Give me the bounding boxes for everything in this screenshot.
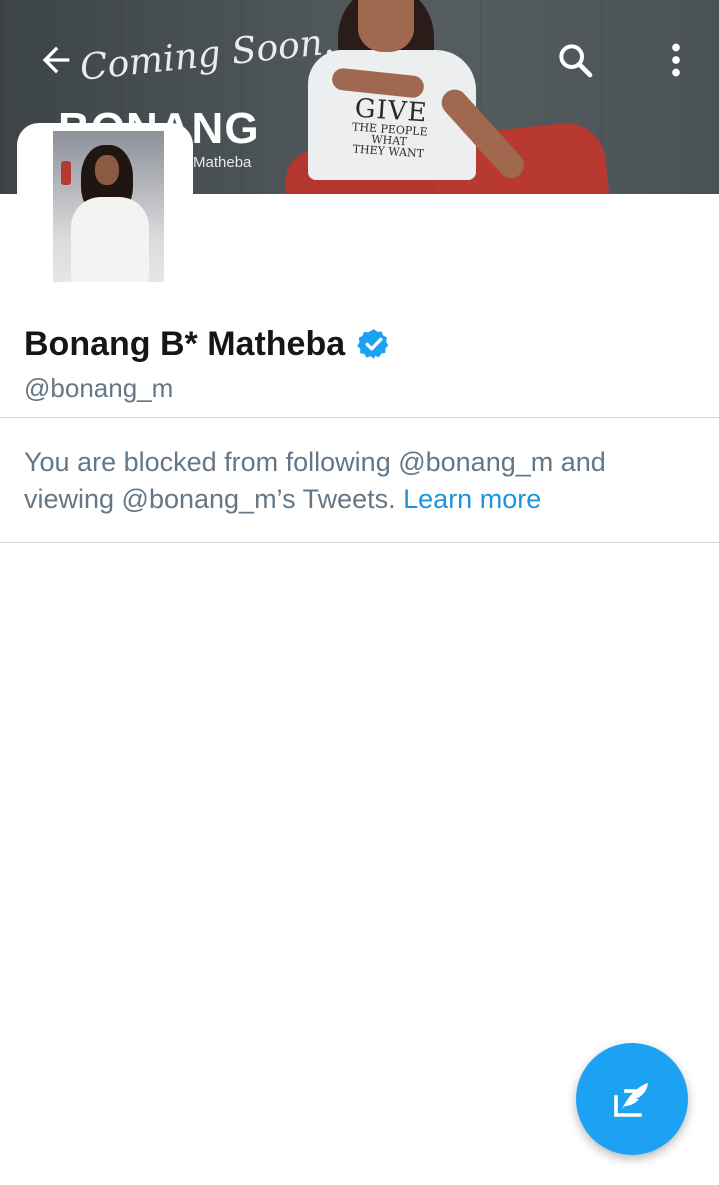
verified-badge-icon [357,327,391,361]
avatar-body [71,197,149,282]
profile-display-name: Bonang B* Matheba [24,324,346,363]
avatar-face [95,155,119,185]
search-icon [559,44,593,78]
compose-tweet-button[interactable] [576,1043,688,1155]
divider [0,417,719,418]
profile-handle: @bonang_m [24,373,174,403]
search-button[interactable] [547,32,603,88]
more-options-button[interactable] [648,32,704,88]
blocked-notice: You are blocked from following @bonang_m… [24,444,684,518]
more-vertical-icon [672,43,680,77]
avatar[interactable] [53,131,164,282]
banner-shirt-text: GIVE THE PEOPLE WHAT THEY WANT [342,94,438,161]
profile-name-row: Bonang B* Matheba [24,322,391,366]
divider [0,542,719,543]
arrow-left-icon [42,46,70,74]
avatar-background-figure [61,161,71,185]
banner-person-face [358,0,414,52]
learn-more-link[interactable]: Learn more [403,484,541,514]
back-button[interactable] [28,32,84,88]
banner-surname: Matheba [193,154,252,171]
banner-person-image: GIVE THE PEOPLE WHAT THEY WANT [286,0,610,194]
compose-tweet-icon [614,1083,648,1117]
